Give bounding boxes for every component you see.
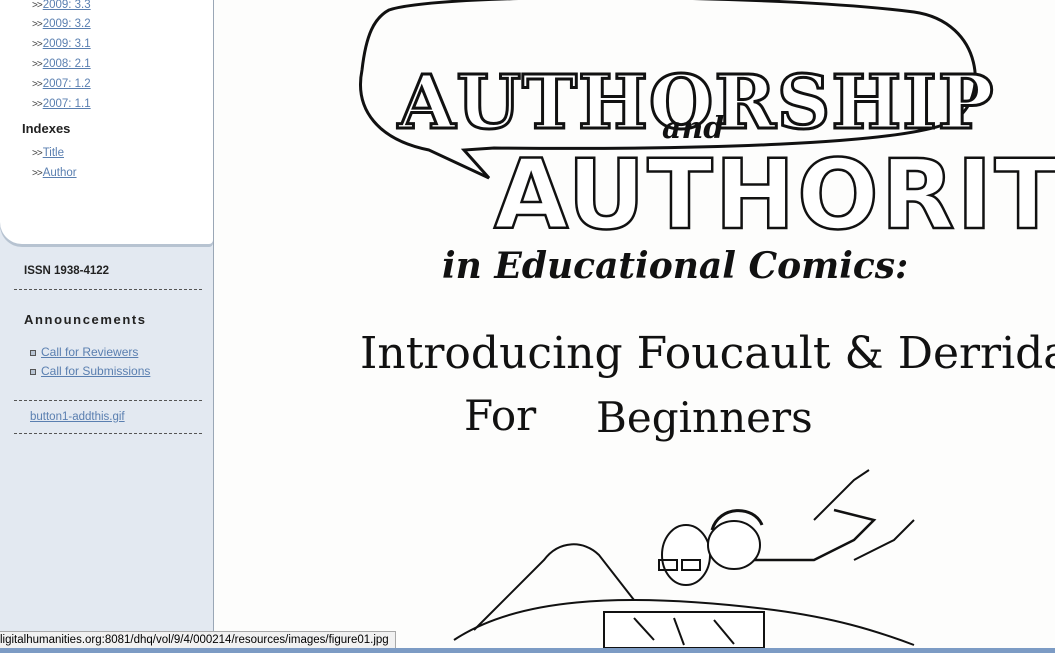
issue-link-row: >>2007: 1.2 <box>32 77 91 92</box>
issue-link-row: >>2009: 3.1 <box>32 37 91 52</box>
subtitle-educational-comics: in Educational Comics: <box>442 245 908 287</box>
comic-cover-image: AUTHORSHIP and AUTHORITY in Educational … <box>214 0 1055 653</box>
subtitle-introducing: Introducing Foucault & Derrida <box>360 328 1055 379</box>
chevron-icon: >> <box>32 99 43 110</box>
divider <box>14 289 202 290</box>
taskbar-edge <box>0 648 1055 653</box>
announcement-item: Call for Submissions <box>30 364 150 378</box>
subtitle-for: For <box>464 391 537 440</box>
issue-link-row: >>2007: 1.1 <box>32 97 91 112</box>
index-link-row: >>Author <box>32 166 77 181</box>
chevron-icon: >> <box>32 0 43 11</box>
issue-link-2007-1-2[interactable]: 2007: 1.2 <box>43 78 91 90</box>
announcements-heading: Announcements <box>24 312 147 327</box>
chevron-icon: >> <box>32 79 43 90</box>
divider <box>14 433 202 434</box>
title-authority: AUTHORITY <box>494 139 1055 251</box>
bullet-square-icon <box>30 349 36 356</box>
issue-link-2009-3-1[interactable]: 2009: 3.1 <box>43 38 91 50</box>
issue-link-2007-1-1[interactable]: 2007: 1.1 <box>43 98 91 110</box>
chevron-icon: >> <box>32 19 43 30</box>
issue-link-2009-3-2[interactable]: 2009: 3.2 <box>43 18 91 30</box>
subtitle-beginners: Beginners <box>596 393 813 442</box>
issue-link-row: >>2009: 3.2 <box>32 17 91 32</box>
chevron-icon: >> <box>32 148 43 159</box>
issue-link-2008-2-1[interactable]: 2008: 2.1 <box>43 58 91 70</box>
issue-link-row: >>2009: 3.3 <box>32 0 91 13</box>
addthis-button[interactable]: button1-addthis.gif <box>30 411 125 423</box>
issue-navigation-box: >>2009: 3.3 >>2009: 3.2 >>2009: 3.1 >>20… <box>0 0 213 244</box>
announcement-item: Call for Reviewers <box>30 345 138 359</box>
chevron-icon: >> <box>32 39 43 50</box>
comic-readers-illustration <box>453 469 915 649</box>
chevron-icon: >> <box>32 59 43 70</box>
issue-link-row: >>2008: 2.1 <box>32 57 91 72</box>
issue-link-2009-3-3[interactable]: 2009: 3.3 <box>43 0 91 11</box>
sidebar: >>2009: 3.3 >>2009: 3.2 >>2009: 3.1 >>20… <box>0 0 214 653</box>
index-link-row: >>Title <box>32 146 64 161</box>
call-for-reviewers-link[interactable]: Call for Reviewers <box>41 345 138 359</box>
indexes-heading: Indexes <box>22 121 71 136</box>
index-link-author[interactable]: Author <box>43 167 77 179</box>
divider <box>14 400 202 401</box>
bullet-square-icon <box>30 368 36 375</box>
issn-label: ISSN 1938-4122 <box>24 265 110 277</box>
chevron-icon: >> <box>32 168 43 179</box>
index-link-title[interactable]: Title <box>43 147 64 159</box>
call-for-submissions-link[interactable]: Call for Submissions <box>41 364 150 378</box>
